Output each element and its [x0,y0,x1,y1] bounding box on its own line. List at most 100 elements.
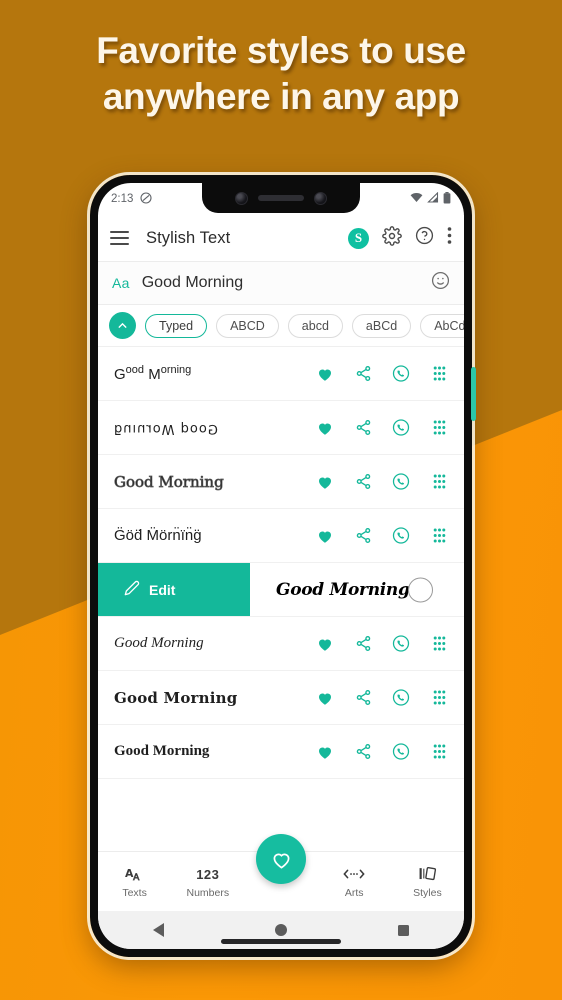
share-icon[interactable] [354,689,372,706]
bottom-navigation: AA Texts 123 Numbers Arts Styles [98,834,464,911]
whatsapp-icon[interactable] [392,526,410,545]
help-circle-icon[interactable] [415,226,434,250]
style-sample-fraktur[interactable]: Good Morning [114,689,316,707]
table-row[interactable]: Good Morning [98,617,464,671]
emoji-smiley-icon[interactable] [431,271,450,295]
favorite-heart-icon[interactable] [316,635,334,653]
headline-line-2: anywhere in any app [102,76,460,118]
table-row[interactable]: Good Morning [98,725,464,779]
favorite-heart-icon[interactable] [316,743,334,761]
drag-grid-icon[interactable] [430,636,448,651]
whatsapp-icon[interactable] [392,742,410,761]
table-row[interactable]: Good Morning [98,347,464,401]
chip-abcd-mixed-1[interactable]: aBCd [351,313,412,338]
chip-abcd-upper[interactable]: ABCD [216,313,279,338]
drag-grid-icon[interactable] [430,690,448,705]
favorite-heart-icon[interactable] [316,689,334,707]
touch-ring-indicator [408,577,433,602]
nav-label-arts: Arts [344,886,364,899]
do-not-disturb-icon [140,191,152,207]
wifi-icon [410,192,423,206]
swipe-edit-row[interactable]: Edit Good Morning [98,563,464,617]
style-sample-outline[interactable]: Good Morning [114,473,316,491]
text-input-value[interactable]: Good Morning [142,274,419,292]
chip-abcd-mixed-2[interactable]: AbCd [420,313,464,338]
whatsapp-icon[interactable] [392,364,410,383]
arts-icon [343,865,365,884]
table-row[interactable]: Good Morning [98,671,464,725]
chip-abcd-lower[interactable]: abcd [287,313,343,338]
style-sample-script[interactable]: Good Morning [276,580,410,600]
favorites-fab-button[interactable] [256,834,306,884]
whatsapp-icon[interactable] [392,418,410,437]
nav-item-arts[interactable]: Arts [318,865,391,899]
edit-button-label: Edit [149,581,176,598]
drag-grid-icon[interactable] [430,420,448,435]
share-icon[interactable] [354,527,372,544]
phone-notch [202,183,360,213]
nav-label-texts: Texts [122,886,147,899]
hamburger-menu-icon[interactable] [110,231,129,245]
style-sample-diaeresis[interactable]: G̈öd̈ M̈örn̈ïn̈g̈ [114,527,316,544]
whatsapp-icon[interactable] [392,472,410,491]
front-camera-icon [235,191,248,205]
promo-headline: Favorite styles to use anywhere in any a… [0,28,562,121]
status-time: 2:13 [111,193,134,205]
share-icon[interactable] [354,635,372,652]
style-list[interactable]: Good Morning ƃuıuɹoW poo⅁ Good Morning G… [98,347,464,851]
edit-button[interactable]: Edit [98,563,250,616]
text-input-row[interactable]: Aa Good Morning [98,261,464,305]
page-title: Stylish Text [146,228,231,247]
signal-icon [427,191,439,206]
table-row[interactable]: G̈öd̈ M̈örn̈ïn̈g̈ [98,509,464,563]
phone-screen: 2:13 Stylish Text S Aa Good Morning Type… [98,183,464,949]
battery-icon [443,191,451,207]
nav-item-numbers[interactable]: 123 Numbers [171,865,244,899]
swipe-revealed-content[interactable]: Good Morning [250,577,464,602]
favorite-heart-icon[interactable] [316,527,334,545]
chevron-up-icon[interactable] [109,312,136,339]
font-size-aa-label: Aa [112,275,130,291]
whatsapp-icon[interactable] [392,634,410,653]
favorite-heart-icon[interactable] [316,365,334,383]
coins-badge[interactable]: S [348,227,369,249]
drag-grid-icon[interactable] [430,744,448,759]
style-sample-superscript[interactable]: Good Morning [114,364,316,383]
whatsapp-icon[interactable] [392,688,410,707]
more-vertical-icon[interactable] [447,226,452,250]
nav-item-styles[interactable]: Styles [391,865,464,899]
table-row[interactable]: ƃuıuɹoW poo⅁ [98,401,464,455]
styles-icon [417,865,437,884]
favorite-heart-icon[interactable] [316,419,334,437]
style-sample-bold-serif[interactable]: Good Morning [114,743,316,760]
bottom-speaker-grille [221,939,341,944]
style-sample-upside-down[interactable]: ƃuıuɹoW poo⅁ [114,419,316,436]
drag-grid-icon[interactable] [430,366,448,381]
app-bar: Stylish Text S [98,215,464,261]
texts-icon: AA [125,865,145,884]
favorite-heart-icon[interactable] [316,473,334,491]
svg-text:A: A [133,872,140,882]
drag-grid-icon[interactable] [430,474,448,489]
share-icon[interactable] [354,365,372,382]
home-circle-icon[interactable] [274,924,287,936]
style-sample-serif-italic[interactable]: Good Morning [114,635,316,652]
chip-typed[interactable]: Typed [145,313,208,338]
numbers-icon: 123 [196,866,220,882]
back-triangle-icon[interactable] [153,923,165,937]
drag-grid-icon[interactable] [430,528,448,543]
share-icon[interactable] [354,419,372,436]
nav-label-numbers: Numbers [186,886,230,899]
nav-label-styles: Styles [413,886,442,899]
phone-side-button[interactable] [471,367,476,421]
share-icon[interactable] [354,743,372,760]
phone-mockup: 2:13 Stylish Text S Aa Good Morning Type… [87,172,476,960]
headline-line-1: Favorite styles to use [96,30,466,71]
nav-item-texts[interactable]: AA Texts [98,865,171,899]
recents-square-icon[interactable] [397,924,409,936]
filter-chip-row: Typed ABCD abcd aBCd AbCd [98,305,464,347]
share-icon[interactable] [354,473,372,490]
gear-icon[interactable] [382,225,402,251]
table-row[interactable]: Good Morning [98,455,464,509]
earpiece-speaker [258,195,304,201]
